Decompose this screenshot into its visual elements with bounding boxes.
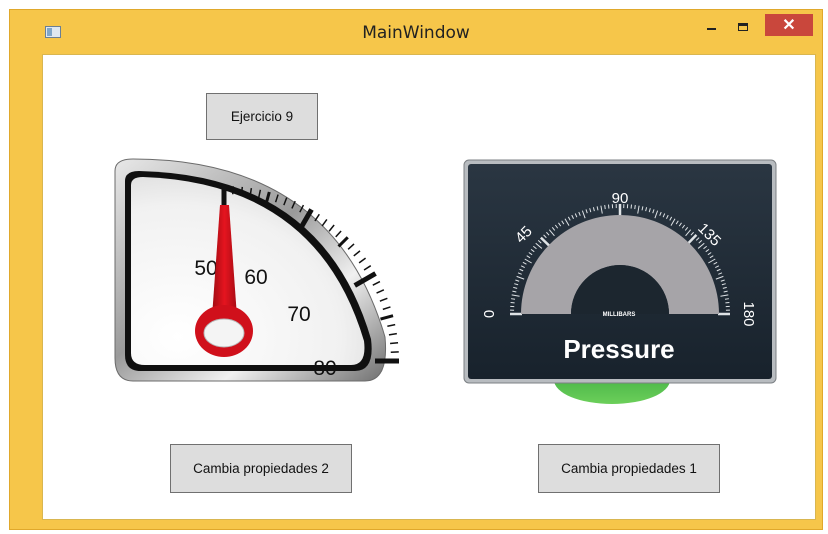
ejercicio-9-button[interactable]: Ejercicio 9	[206, 93, 318, 140]
minimize-button[interactable]	[698, 15, 724, 39]
gauge-tick	[376, 289, 385, 294]
title-bar[interactable]: MainWindow ✕	[10, 10, 822, 52]
gauge-tick	[353, 250, 361, 257]
scale-label-90: 90	[612, 190, 629, 207]
gauge-tick	[347, 243, 355, 250]
scale-tick	[724, 298, 729, 300]
maximize-icon	[738, 23, 748, 31]
gauge-tick	[382, 306, 391, 311]
client-area: Ejercicio 9 50 60 70 80 MILLIBARS 0 45 9…	[42, 54, 816, 520]
gauge-tick	[240, 186, 244, 195]
maximize-button[interactable]	[730, 15, 756, 39]
gauge-tick	[328, 224, 335, 232]
gauge-tick	[387, 323, 396, 328]
gauge-tick	[358, 257, 367, 264]
gauge-tick	[314, 213, 320, 222]
tick-label-50: 50	[194, 257, 217, 280]
tick-label-80: 80	[313, 357, 336, 380]
tick-label-70: 70	[287, 303, 310, 326]
scale-label-180: 180	[740, 301, 757, 326]
gauge-tick	[321, 218, 328, 227]
gauge-tick	[372, 280, 381, 286]
cambia-propiedades-2-button[interactable]: Cambia propiedades 2	[170, 444, 352, 493]
close-button[interactable]: ✕	[765, 14, 813, 36]
scale-tick	[604, 205, 606, 210]
minimize-icon	[706, 28, 716, 30]
gauge-title: Pressure	[563, 334, 674, 364]
main-window: MainWindow ✕ Ejercicio 9 50 60 70 80 MIL…	[9, 9, 823, 530]
gauge-tick	[380, 314, 394, 321]
gauge-tick	[363, 265, 372, 271]
quarter-gauge: 50 60 70 80	[114, 158, 399, 382]
needle-hub-cap	[203, 318, 245, 348]
scale-tick	[511, 298, 516, 300]
pressure-gauge: MILLIBARS 0 45 90 135 180 Pressure	[463, 159, 777, 404]
gauge-tick	[335, 230, 342, 238]
gauge-tick	[379, 297, 388, 302]
gauge-tick	[337, 236, 349, 248]
close-icon: ✕	[782, 17, 796, 34]
gauge-tick	[390, 341, 399, 345]
gauge-tick	[388, 332, 397, 336]
scale-label-0: 0	[481, 310, 498, 318]
scale-tick	[634, 205, 636, 210]
cambia-propiedades-1-button[interactable]: Cambia propiedades 1	[538, 444, 720, 493]
tick-label-60: 60	[244, 266, 267, 289]
unit-label: MILLIBARS	[603, 312, 636, 318]
